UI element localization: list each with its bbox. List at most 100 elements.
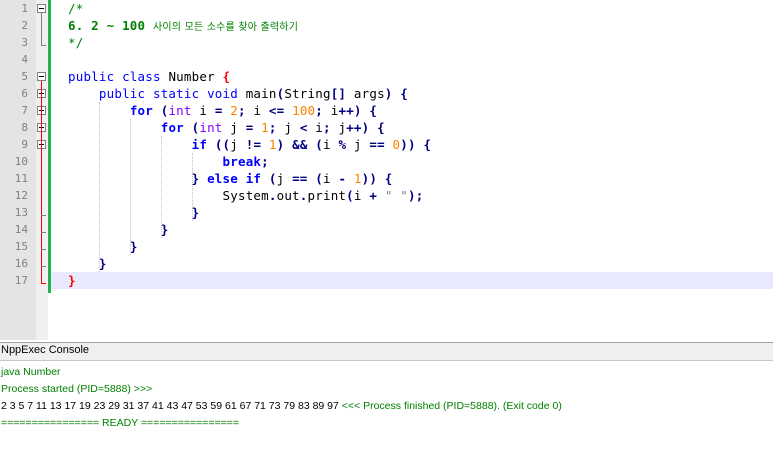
code-token: public class bbox=[68, 69, 169, 84]
code-token: = bbox=[245, 120, 262, 135]
console-title: NppExec Console bbox=[1, 344, 90, 356]
code-line[interactable]: 7 for (int i = 2; i <= 100; i++) { bbox=[0, 102, 773, 119]
code-token: j bbox=[353, 137, 370, 152]
code-line[interactable]: 11 } else if (j == (i - 1)) { bbox=[0, 170, 773, 187]
code-text: if ((j != 1) && (i % j == 0)) { bbox=[68, 136, 431, 153]
line-number: 2 bbox=[21, 19, 28, 32]
code-text: public class Number { bbox=[68, 68, 230, 85]
code-token: 1 bbox=[353, 171, 362, 186]
code-token: Number bbox=[168, 69, 223, 84]
code-line[interactable]: 16 } bbox=[0, 255, 773, 272]
code-line[interactable]: 17} bbox=[0, 272, 773, 289]
code-token: if bbox=[191, 137, 215, 152]
code-token: i bbox=[253, 103, 269, 118]
code-token: print bbox=[307, 188, 347, 203]
code-text: System.out.print(i + " "); bbox=[68, 187, 424, 204]
code-token: 6. 2 ~ 100 bbox=[68, 18, 153, 33]
code-token: ) { bbox=[384, 86, 408, 101]
code-token: } bbox=[191, 171, 208, 186]
code-token: 100 bbox=[292, 103, 316, 118]
console-output[interactable]: java Number Process started (PID=5888) >>… bbox=[0, 361, 773, 453]
code-token: } bbox=[160, 222, 169, 237]
line-number: 6 bbox=[21, 87, 28, 100]
code-text: for (int i = 2; i <= 100; i++) { bbox=[68, 102, 377, 119]
code-token: int bbox=[199, 120, 231, 135]
code-token: )) { bbox=[400, 137, 432, 152]
code-token: } bbox=[98, 256, 107, 271]
code-token: " " bbox=[384, 188, 408, 203]
code-line[interactable]: 4 bbox=[0, 51, 773, 68]
code-token: ; bbox=[268, 120, 285, 135]
code-token: j bbox=[230, 137, 246, 152]
code-token: ( bbox=[346, 188, 354, 203]
line-number: 16 bbox=[14, 257, 28, 270]
code-token: 1 bbox=[268, 137, 277, 152]
code-text: } else if (j == (i - 1)) { bbox=[68, 170, 393, 187]
code-line[interactable]: 5 public class Number { bbox=[0, 68, 773, 85]
code-token: } bbox=[191, 205, 200, 220]
line-number: 5 bbox=[21, 70, 28, 83]
code-token: ; bbox=[238, 103, 254, 118]
line-number: 4 bbox=[21, 53, 28, 66]
code-token: % bbox=[338, 137, 354, 152]
code-token: /* bbox=[68, 1, 84, 16]
code-token: main bbox=[245, 86, 277, 101]
code-token: ++) { bbox=[338, 103, 378, 118]
code-token: break bbox=[222, 154, 262, 169]
code-token: System bbox=[68, 188, 269, 203]
code-token: i bbox=[353, 188, 370, 203]
code-line[interactable]: 12 System.out.print(i + " "); bbox=[0, 187, 773, 204]
code-token: )) { bbox=[361, 171, 393, 186]
notepad-plus-plus-window: 1 /* 2 6. 2 ~ 100 사이의 모든 소수를 찾아 출력하기 3 */ 4 5 pu… bbox=[0, 0, 773, 453]
line-number: 1 bbox=[21, 2, 28, 15]
code-text: */ bbox=[68, 34, 83, 51]
code-line[interactable]: 9 if ((j != 1) && (i % j == 0)) { bbox=[0, 136, 773, 153]
code-token: args bbox=[353, 86, 385, 101]
code-line[interactable]: 2 6. 2 ~ 100 사이의 모든 소수를 찾아 출력하기 bbox=[0, 17, 773, 34]
code-token: . bbox=[268, 188, 277, 203]
code-token: for bbox=[129, 103, 161, 118]
code-token: ; bbox=[315, 103, 331, 118]
code-token: ++) { bbox=[346, 120, 385, 135]
code-line[interactable]: 3 */ bbox=[0, 34, 773, 51]
code-line[interactable]: 14 } bbox=[0, 221, 773, 238]
code-text: } bbox=[68, 272, 76, 289]
code-text: } bbox=[68, 204, 200, 221]
console-line: java Number bbox=[1, 366, 61, 378]
code-token: j bbox=[276, 171, 293, 186]
code-token: { bbox=[222, 69, 231, 84]
line-number: 11 bbox=[14, 172, 28, 185]
console-program-output: 2 3 5 7 11 13 17 19 23 29 31 37 41 43 47… bbox=[1, 400, 342, 412]
console-header: NppExec Console bbox=[0, 342, 773, 361]
code-token: ); bbox=[408, 188, 424, 203]
code-line[interactable]: 8 for (int j = 1; j < i; j++) { bbox=[0, 119, 773, 136]
code-token: ) && ( bbox=[276, 137, 323, 152]
code-token: ; bbox=[261, 154, 269, 169]
code-token: [] bbox=[330, 86, 354, 101]
code-text: /* bbox=[68, 0, 83, 17]
code-editor[interactable]: 1 /* 2 6. 2 ~ 100 사이의 모든 소수를 찾아 출력하기 3 */ 4 5 pu… bbox=[0, 0, 773, 340]
code-line[interactable]: 13 } bbox=[0, 204, 773, 221]
line-number: 13 bbox=[14, 206, 28, 219]
code-line[interactable]: 10 break; bbox=[0, 153, 773, 170]
code-token: */ bbox=[68, 35, 84, 50]
code-line[interactable]: 1 /* bbox=[0, 0, 773, 17]
code-line[interactable]: 6 public static void main(String[] args)… bbox=[0, 85, 773, 102]
code-token: i bbox=[322, 171, 339, 186]
code-token: i bbox=[323, 137, 339, 152]
code-token: String bbox=[284, 86, 331, 101]
code-token: j bbox=[284, 120, 300, 135]
code-token: int bbox=[168, 103, 200, 118]
code-line[interactable]: 15 } bbox=[0, 238, 773, 255]
console-status-text: <<< Process finished (PID=5888). (Exit c… bbox=[341, 400, 562, 412]
code-token: for bbox=[160, 120, 192, 135]
code-token: - bbox=[338, 171, 354, 186]
code-token: ( bbox=[268, 171, 277, 186]
code-token: . bbox=[299, 188, 308, 203]
